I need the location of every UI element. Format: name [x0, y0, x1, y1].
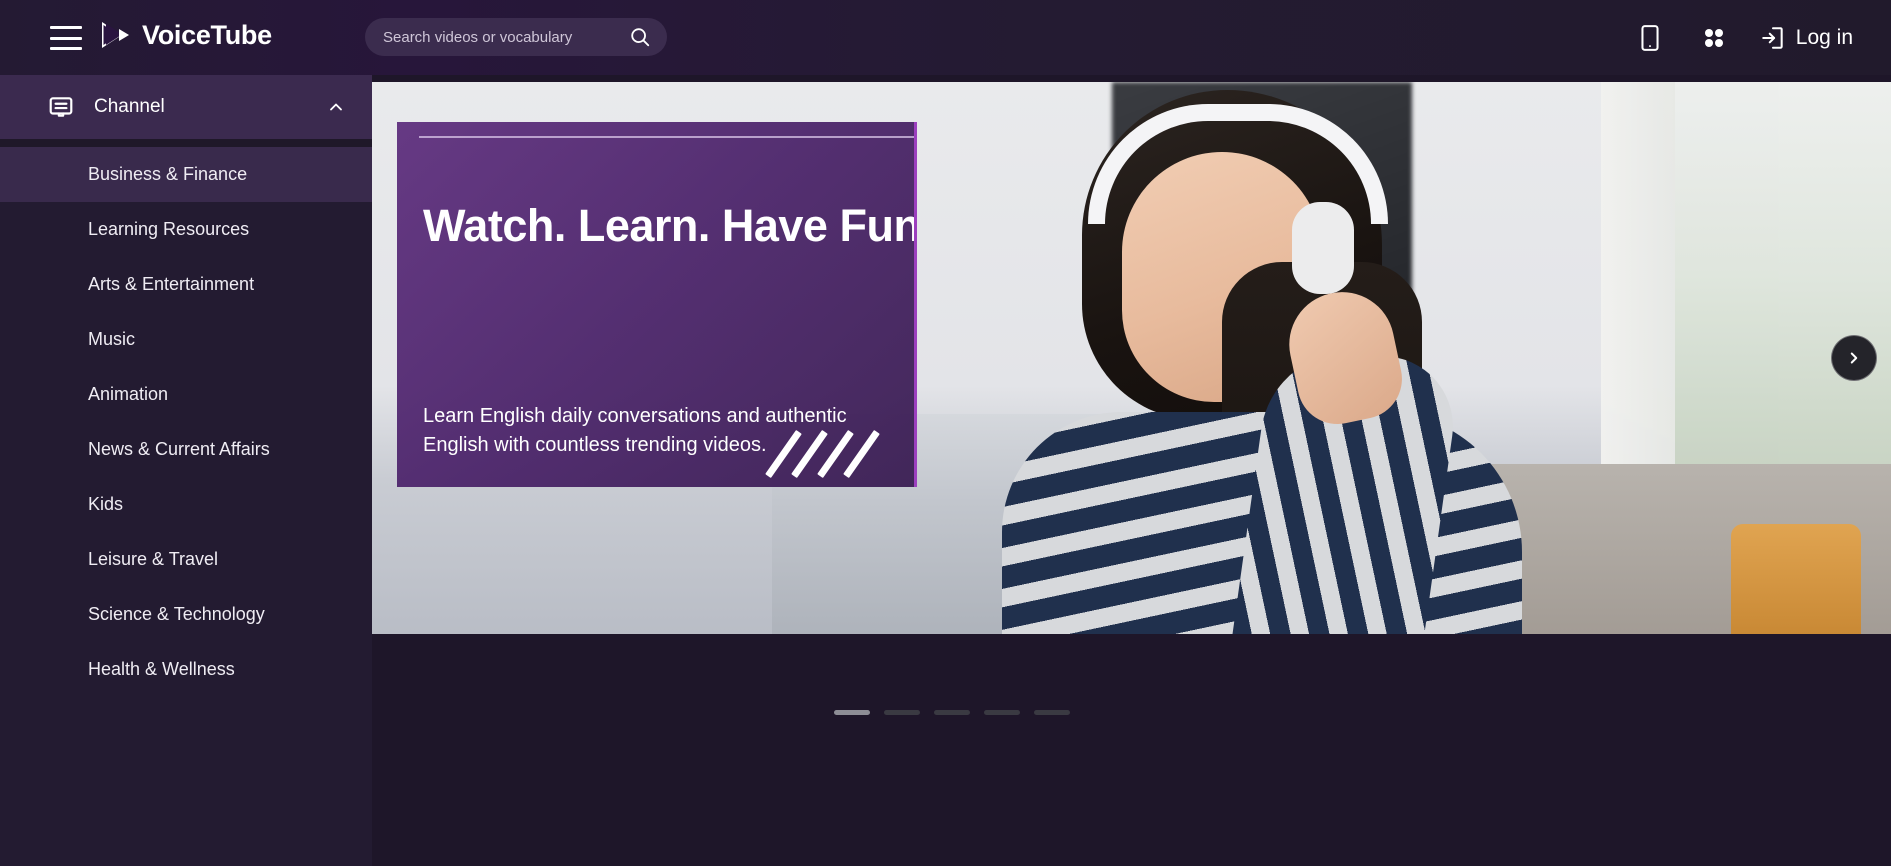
apps-grid-button[interactable] — [1682, 0, 1746, 75]
sidebar-divider — [0, 139, 372, 147]
sidebar-item-label: Leisure & Travel — [88, 549, 219, 569]
photo-cushion — [1731, 524, 1861, 634]
sidebar-item-science-technology[interactable]: Science & Technology — [0, 587, 372, 642]
hero-card-top-rule — [419, 136, 914, 138]
apps-grid-icon — [1704, 28, 1723, 47]
sidebar-item-business-finance[interactable]: Business & Finance — [0, 147, 372, 202]
carousel-dot-1[interactable] — [834, 709, 870, 715]
sidebar-item-label: Health & Wellness — [88, 659, 235, 679]
hero-diagonal-stripes-decoration — [765, 427, 890, 479]
hero-title: Watch. Learn. Have Fun! — [423, 200, 917, 251]
channel-board-icon — [48, 94, 74, 120]
mobile-app-button[interactable] — [1618, 0, 1682, 75]
sidebar-item-health-wellness[interactable]: Health & Wellness — [0, 642, 372, 697]
sidebar-item-news-current-affairs[interactable]: News & Current Affairs — [0, 422, 372, 477]
carousel-dot-5[interactable] — [1034, 709, 1070, 715]
search-button[interactable] — [629, 26, 651, 48]
search-icon — [631, 28, 650, 47]
carousel-dot-4[interactable] — [984, 709, 1020, 715]
app-root: Watch. Learn. Have Fun! Learn English da… — [0, 0, 1891, 866]
search-box[interactable] — [365, 18, 667, 56]
login-arrow-icon — [1762, 26, 1783, 49]
sidebar-section-channel[interactable]: Channel — [0, 75, 372, 139]
hero-carousel: Watch. Learn. Have Fun! Learn English da… — [372, 82, 1891, 634]
person-headphone-cup — [1292, 202, 1354, 294]
brand-name: VoiceTube — [142, 19, 272, 50]
chevron-right-icon — [1850, 352, 1858, 364]
sidebar-item-label: Business & Finance — [88, 164, 248, 184]
carousel-dot-2[interactable] — [884, 709, 920, 715]
search-input[interactable] — [383, 28, 629, 46]
sidebar-item-label: News & Current Affairs — [88, 439, 270, 459]
brand-logo[interactable]: VoiceTube — [97, 18, 272, 52]
mobile-phone-icon — [1641, 24, 1659, 51]
sidebar-item-leisure-travel[interactable]: Leisure & Travel — [0, 532, 372, 587]
top-header: VoiceTube Search videos or vocabulary Lo… — [0, 0, 1891, 75]
sidebar-section-label: Channel — [94, 96, 165, 117]
photo-person — [892, 82, 1522, 634]
sidebar-item-label: Music — [88, 329, 136, 349]
sidebar-item-kids[interactable]: Kids — [0, 477, 372, 532]
voicetube-play-logo-icon — [97, 18, 131, 52]
sidebar-item-animation[interactable]: Animation — [0, 367, 372, 422]
sidebar-item-music[interactable]: Music — [0, 312, 372, 367]
login-label: Log in — [1795, 25, 1853, 49]
carousel-next-button[interactable] — [1831, 335, 1877, 381]
header-actions: Log in — [1618, 0, 1857, 75]
sidebar-item-arts-entertainment[interactable]: Arts & Entertainment — [0, 257, 372, 312]
sidebar-item-label: Arts & Entertainment — [88, 274, 255, 294]
sidebar-item-label: Animation — [88, 384, 169, 404]
sidebar-item-label: Kids — [88, 494, 124, 514]
hero-text-card: Watch. Learn. Have Fun! Learn English da… — [397, 122, 917, 487]
sidebar-item-learning-resources[interactable]: Learning Resources — [0, 202, 372, 257]
chevron-up-icon[interactable] — [326, 97, 346, 117]
sidebar-item-label: Learning Resources — [88, 219, 250, 239]
sidebar-item-label: Science & Technology — [88, 604, 265, 624]
carousel-indicators — [372, 701, 1532, 723]
sidebar-navigation: Channel Business & Finance Learning Reso… — [0, 75, 372, 866]
carousel-dot-3[interactable] — [934, 709, 970, 715]
hamburger-menu-icon[interactable] — [50, 26, 82, 50]
login-button[interactable]: Log in — [1746, 25, 1857, 51]
person-headphones — [1088, 104, 1388, 224]
